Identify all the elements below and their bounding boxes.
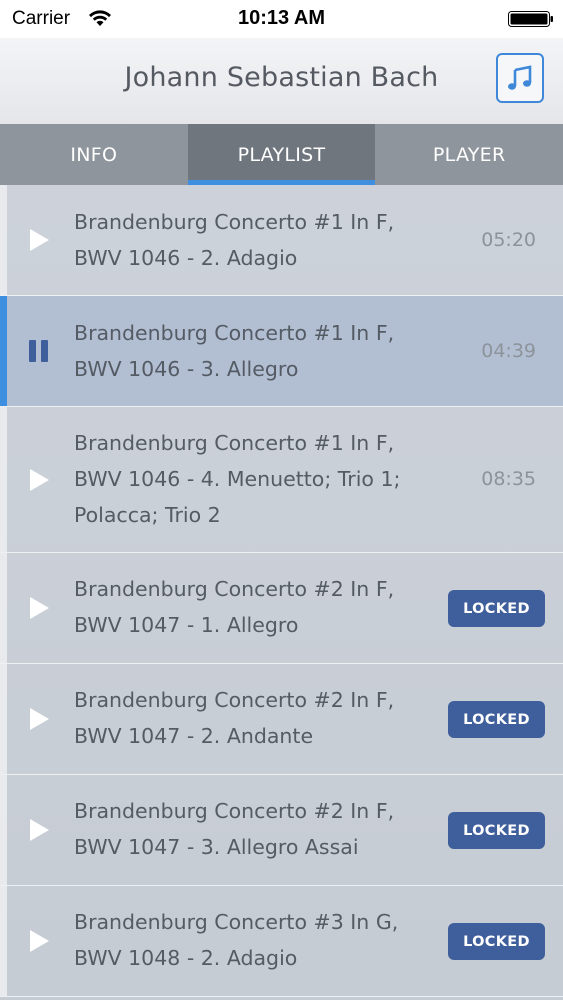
track-title: Brandenburg Concerto #1 In F, BWV 1046 -… <box>74 321 395 381</box>
track-title: Brandenburg Concerto #1 In F, BWV 1046 -… <box>74 431 401 527</box>
play-icon[interactable] <box>28 596 50 620</box>
app-header: Johann Sebastian Bach <box>0 38 563 124</box>
page-title: Johann Sebastian Bach <box>124 62 439 93</box>
status-time: 10:13 AM <box>237 7 326 29</box>
track-row[interactable]: Brandenburg Concerto #3 In G, BWV 1048 -… <box>0 886 563 997</box>
play-icon[interactable] <box>28 818 50 842</box>
music-note-icon <box>508 65 532 90</box>
track-duration: 04:39 <box>481 340 536 362</box>
track-row[interactable]: Brandenburg Concerto #1 In F, BWV 1046 -… <box>0 407 563 553</box>
track-row[interactable]: Brandenburg Concerto #2 In F, BWV 1047 -… <box>0 775 563 886</box>
track-duration: 05:20 <box>481 229 536 251</box>
tab-player[interactable]: PLAYER <box>375 124 563 185</box>
track-duration: 08:35 <box>481 468 536 490</box>
active-indicator <box>0 296 7 406</box>
row-edge <box>0 185 7 295</box>
track-row[interactable]: Brandenburg Concerto #2 In F, BWV 1047 -… <box>0 664 563 775</box>
locked-badge[interactable]: LOCKED <box>448 812 545 849</box>
locked-badge[interactable]: LOCKED <box>448 590 545 627</box>
track-title: Brandenburg Concerto #3 In G, BWV 1048 -… <box>74 910 399 970</box>
track-title: Brandenburg Concerto #2 In F, BWV 1047 -… <box>74 688 395 748</box>
track-row[interactable]: Brandenburg Concerto #1 In F, BWV 1046 -… <box>0 185 563 296</box>
row-edge <box>0 553 7 663</box>
pause-icon[interactable] <box>28 339 50 363</box>
row-edge <box>0 664 7 774</box>
locked-badge[interactable]: LOCKED <box>448 923 545 960</box>
track-row-active[interactable]: Brandenburg Concerto #1 In F, BWV 1046 -… <box>0 296 563 407</box>
play-icon[interactable] <box>28 468 50 492</box>
track-row[interactable]: Brandenburg Concerto #2 In F, BWV 1047 -… <box>0 553 563 664</box>
playlist: Brandenburg Concerto #1 In F, BWV 1046 -… <box>0 185 563 1000</box>
play-icon[interactable] <box>28 929 50 953</box>
track-title: Brandenburg Concerto #1 In F, BWV 1046 -… <box>74 210 395 270</box>
track-title: Brandenburg Concerto #2 In F, BWV 1047 -… <box>74 577 395 637</box>
locked-badge[interactable]: LOCKED <box>448 701 545 738</box>
play-icon[interactable] <box>28 707 50 731</box>
tab-playlist[interactable]: PLAYLIST <box>187 124 376 185</box>
battery-icon <box>508 11 553 27</box>
row-edge <box>0 886 7 996</box>
track-title: Brandenburg Concerto #2 In F, BWV 1047 -… <box>74 799 395 859</box>
tab-bar: INFO PLAYLIST PLAYER <box>0 124 563 185</box>
play-icon[interactable] <box>28 228 50 252</box>
tab-info[interactable]: INFO <box>0 124 188 185</box>
music-button[interactable] <box>496 53 544 103</box>
row-edge <box>0 775 7 885</box>
status-bar: Carrier 10:13 AM <box>0 0 563 38</box>
row-edge <box>0 407 7 552</box>
